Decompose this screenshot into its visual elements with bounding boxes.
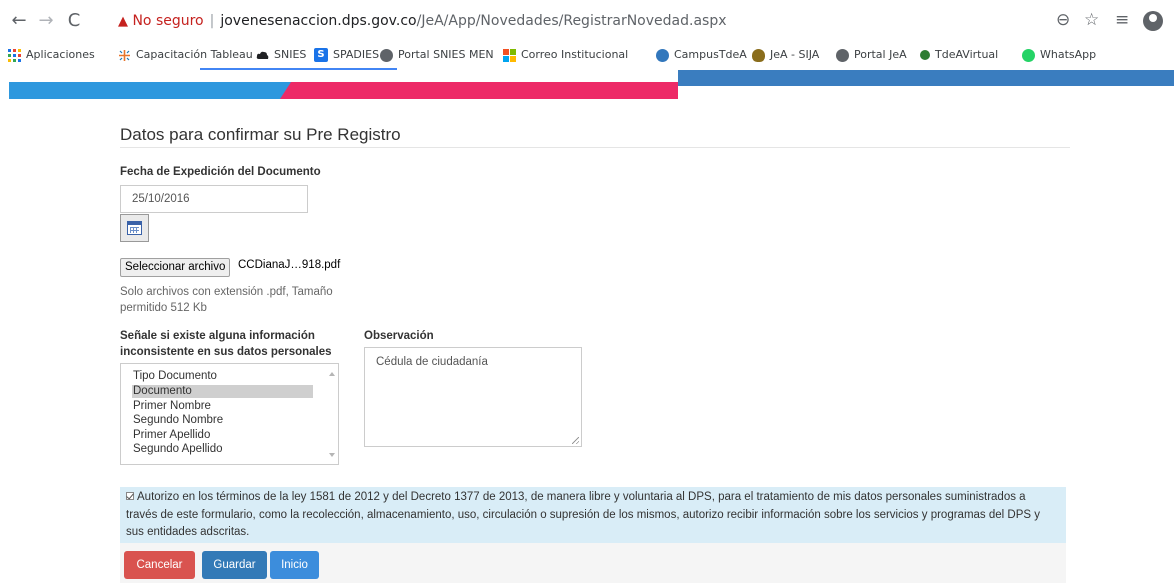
consent-text: Autorizo en los términos de la ley 1581 … [126, 491, 1040, 538]
observation-text: Cédula de ciudadanía [376, 356, 488, 368]
bookmark-label: CampusTdeA [674, 48, 747, 61]
back-arrow-icon[interactable]: ← [7, 10, 31, 34]
bookmark-portal-snies-men[interactable]: Portal SNIES MEN [380, 47, 494, 63]
bookmark-correo[interactable]: Correo Institucional [503, 47, 628, 63]
calendar-icon [127, 221, 142, 235]
list-option[interactable]: Primer Apellido [132, 429, 313, 442]
reading-list-icon[interactable]: ≡ [1115, 10, 1129, 30]
active-nav-underline [200, 68, 397, 70]
inconsistency-label: Señale si existe alguna información inco… [120, 330, 332, 358]
whatsapp-icon [1022, 48, 1035, 62]
list-option[interactable]: Primer Nombre [132, 400, 313, 413]
warning-triangle-icon[interactable]: ▲ [118, 14, 128, 29]
circle-icon [920, 50, 930, 60]
bookmark-label: Capacitación Tableau [136, 48, 253, 61]
bookmarks-bar: Aplicaciones Capacitación Tableau SNIES … [0, 44, 1174, 66]
globe-icon [380, 48, 393, 62]
microsoft-icon [503, 48, 516, 62]
bookmark-spadies[interactable]: S SPADIES [314, 47, 379, 63]
bookmark-jea-sija[interactable]: JeA - SIJA [752, 47, 819, 63]
header-banner-blue [9, 82, 291, 99]
bookmark-portal-jea[interactable]: Portal JeA [836, 47, 907, 63]
calendar-button[interactable] [120, 214, 149, 242]
bookmark-label: WhatsApp [1040, 48, 1097, 61]
save-button[interactable]: Guardar [202, 551, 267, 579]
bookmark-tableau[interactable]: Capacitación Tableau [118, 47, 253, 63]
url-separator: | [209, 13, 215, 29]
globe-icon [836, 48, 849, 62]
list-option[interactable]: Segundo Apellido [132, 443, 313, 456]
cancel-button[interactable]: Cancelar [124, 551, 195, 579]
bookmark-label: Correo Institucional [521, 48, 629, 61]
cloud-icon [256, 51, 269, 59]
jea-logo-icon [752, 48, 765, 62]
selected-file-name: CCDianaJ…918.pdf [238, 259, 341, 271]
apps-grid-icon [8, 48, 21, 62]
observation-label: Observación [364, 330, 434, 342]
list-option[interactable]: Tipo Documento [132, 370, 313, 383]
edge-icon [656, 48, 669, 62]
header-banner-pink [280, 82, 678, 99]
bookmark-label: Aplicaciones [26, 48, 95, 61]
home-button[interactable]: Inicio [270, 551, 319, 579]
form-actions: Cancelar Guardar Inicio [120, 543, 1066, 583]
observation-textarea[interactable]: Cédula de ciudadanía [364, 347, 582, 447]
bookmark-label: Portal JeA [854, 48, 907, 61]
bookmark-snies[interactable]: SNIES [256, 47, 306, 63]
scroll-down-arrow-icon[interactable] [329, 453, 335, 457]
date-label: Fecha de Expedición del Documento [120, 166, 321, 178]
bookmark-whatsapp[interactable]: WhatsApp [1022, 47, 1096, 63]
tableau-icon [119, 49, 130, 61]
profile-icon[interactable] [1143, 11, 1163, 31]
title-divider [120, 147, 1070, 148]
bookmark-label: Portal SNIES MEN [398, 48, 494, 61]
bookmark-campus[interactable]: CampusTdeA [656, 47, 747, 63]
bookmark-label: SPADIES [333, 48, 380, 61]
address-bar[interactable]: ▲ No seguro | jovenesenaccion.dps.gov.co/J… [118, 10, 727, 32]
bookmark-label: SNIES [274, 48, 307, 61]
inconsistency-listbox[interactable]: Tipo Documento Documento Primer Nombre S… [120, 363, 339, 465]
scroll-up-arrow-icon[interactable] [329, 372, 335, 376]
bookmark-apps[interactable]: Aplicaciones [8, 47, 95, 63]
list-option[interactable]: Segundo Nombre [132, 414, 313, 427]
forward-arrow-icon[interactable]: → [34, 10, 58, 34]
reload-icon[interactable]: C [62, 10, 86, 34]
consent-box: Autorizo en los términos de la ley 1581 … [120, 487, 1066, 543]
url-host: jovenesenaccion.dps.gov.co [220, 13, 417, 29]
url-path: /JeA/App/Novedades/RegistrarNovedad.aspx [416, 13, 727, 29]
s-logo-icon: S [314, 48, 328, 62]
file-help-text: Solo archivos con extensión .pdf, Tamaño… [120, 286, 333, 314]
list-option-selected[interactable]: Documento [132, 385, 313, 398]
choose-file-button[interactable]: Seleccionar archivo [120, 258, 231, 277]
security-status[interactable]: No seguro [132, 13, 203, 29]
expedition-date-input[interactable]: 25/10/2016 [120, 185, 308, 213]
resize-grip-icon[interactable] [572, 437, 579, 444]
bookmark-label: JeA - SIJA [770, 48, 820, 61]
zoom-icon[interactable]: ⊖ [1056, 10, 1070, 30]
header-bar-right [678, 70, 1174, 86]
star-icon[interactable]: ☆ [1084, 10, 1099, 30]
consent-checkbox[interactable] [126, 492, 134, 500]
bookmark-tdeavirtual[interactable]: TdeAVirtual [920, 47, 998, 63]
browser-toolbar: ← → C ▲ No seguro | jovenesenaccion.dps.go… [0, 0, 1174, 44]
bookmark-label: TdeAVirtual [935, 48, 999, 61]
page-title: Datos para confirmar su Pre Registro [120, 125, 401, 144]
